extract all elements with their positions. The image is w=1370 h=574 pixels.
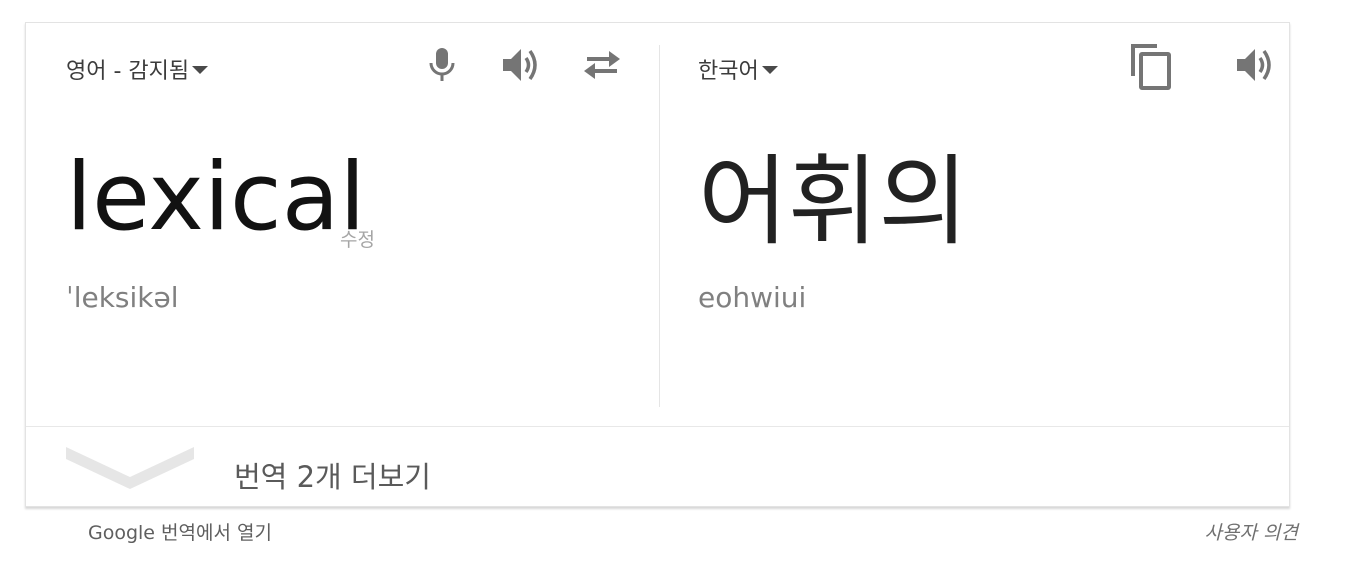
copy-icon[interactable]: [1126, 41, 1176, 91]
dropdown-caret-icon: [192, 66, 209, 74]
chevron-down-icon[interactable]: [64, 445, 196, 491]
source-language-label: 영어 - 감지됨: [66, 59, 190, 84]
translate-card: 영어 - 감지됨 lexical 수정 ˈleksikəl 한국어 어휘의 eo…: [25, 22, 1290, 507]
target-speaker-icon[interactable]: [1234, 43, 1278, 87]
edit-link[interactable]: 수정: [340, 225, 375, 252]
source-speaker-icon[interactable]: [500, 43, 544, 87]
source-text: lexical: [66, 143, 366, 252]
target-romanization: eohwiui: [698, 281, 807, 314]
source-phonetic: ˈleksikəl: [66, 281, 179, 314]
swap-languages-icon[interactable]: [580, 43, 624, 87]
target-language-label: 한국어: [698, 59, 759, 84]
feedback-link[interactable]: 사용자 의견: [1205, 518, 1298, 545]
target-language-select[interactable]: 한국어: [698, 53, 778, 85]
source-language-select[interactable]: 영어 - 감지됨: [66, 53, 209, 85]
target-pane: 한국어 어휘의 eohwiui: [660, 23, 1291, 426]
source-pane: 영어 - 감지됨 lexical 수정 ˈleksikəl: [26, 23, 659, 426]
open-in-google-translate-link[interactable]: Google 번역에서 열기: [88, 518, 272, 545]
more-translations-label[interactable]: 번역 2개 더보기: [234, 454, 431, 496]
more-translations-row[interactable]: 번역 2개 더보기: [26, 426, 1289, 507]
dropdown-caret-icon: [761, 66, 778, 74]
microphone-icon[interactable]: [420, 43, 464, 87]
target-text: 어휘의: [698, 145, 969, 259]
